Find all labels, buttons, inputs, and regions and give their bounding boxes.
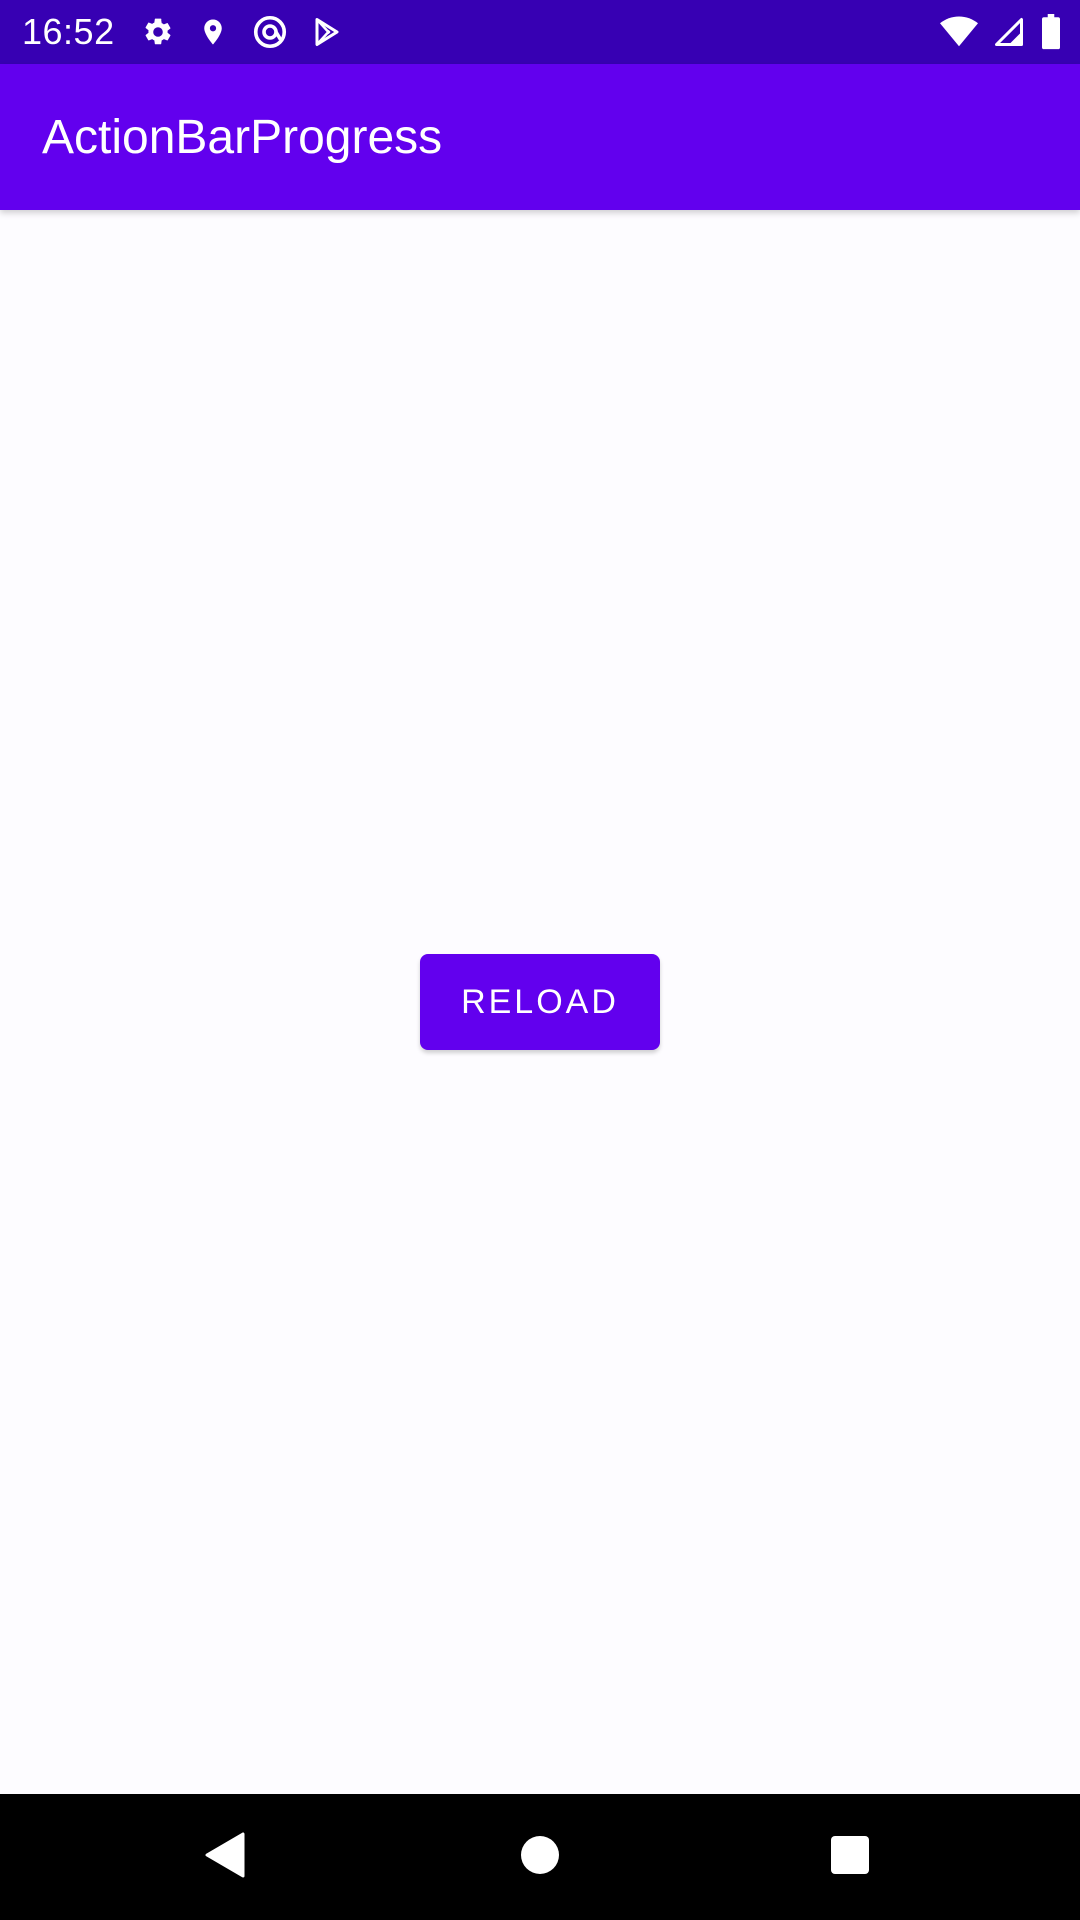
- play-store-icon: [312, 16, 342, 48]
- status-system-icons: [940, 12, 1062, 52]
- battery-icon: [1040, 14, 1062, 50]
- reload-button[interactable]: RELOAD: [420, 954, 660, 1050]
- cellular-signal-icon: [994, 16, 1024, 48]
- main-content: RELOAD: [0, 210, 1080, 1794]
- app-bar: ActionBarProgress: [0, 64, 1080, 210]
- settings-icon: [142, 16, 174, 48]
- screen: 16:52 ActionBarProgress RELOAD: [0, 0, 1080, 1920]
- app-title: ActionBarProgress: [42, 111, 443, 164]
- recents-button[interactable]: [790, 1794, 910, 1920]
- status-notification-icons: [142, 12, 342, 52]
- recents-icon: [830, 1835, 870, 1880]
- home-icon: [520, 1835, 560, 1880]
- back-icon: [205, 1832, 245, 1883]
- navigation-bar: [0, 1794, 1080, 1920]
- home-button[interactable]: [480, 1794, 600, 1920]
- wifi-icon: [940, 16, 978, 48]
- status-time: 16:52: [22, 11, 115, 52]
- location-icon: [198, 16, 228, 48]
- at-sign-icon: [252, 14, 288, 50]
- back-button[interactable]: [165, 1794, 285, 1920]
- status-bar: 16:52: [0, 0, 1080, 64]
